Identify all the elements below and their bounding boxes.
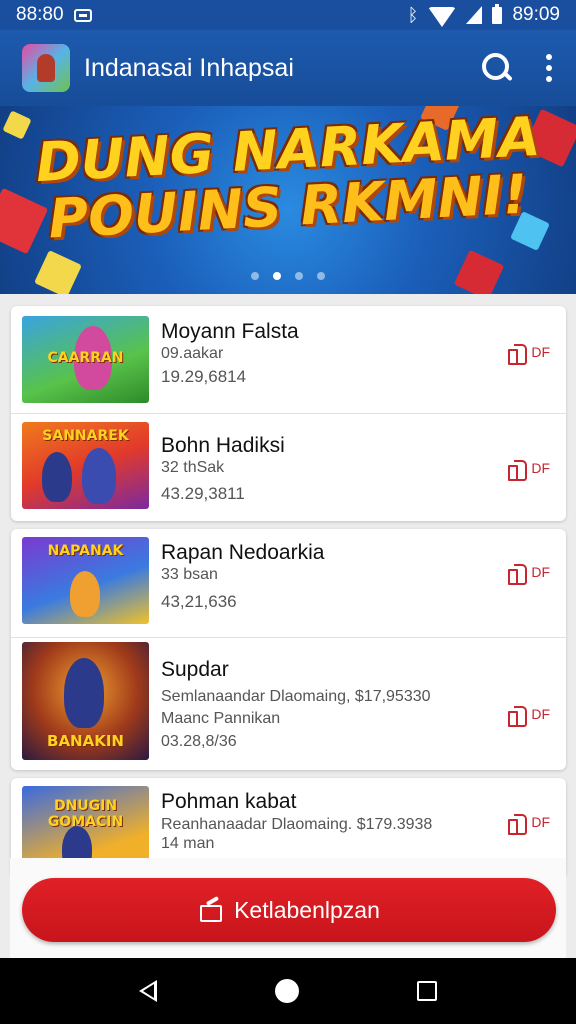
- game-meta: Semlanaandar Dlaomaing, $17,95330: [161, 688, 431, 705]
- message-icon: [73, 8, 92, 22]
- app-bar: Indanasai Inhapsai: [0, 30, 576, 106]
- game-thumbnail: NAPANAK: [22, 537, 149, 624]
- status-bar: 88:80 ᛒ 89:09: [0, 0, 576, 30]
- game-card-2: NAPANAK Rapan Nedoarkia 33 bsan 43,21,63…: [11, 529, 566, 770]
- app-title: Indanasai Inhapsai: [84, 53, 294, 82]
- home-icon[interactable]: [275, 979, 299, 1003]
- wifi-icon: [428, 7, 457, 27]
- system-nav-bar: [0, 958, 576, 1024]
- character-figure: [42, 452, 72, 502]
- game-meta: 32 thSak: [161, 459, 225, 476]
- battery-icon: [492, 3, 503, 24]
- game-meta: 33 bsan: [161, 566, 218, 583]
- game-thumbnail: SANNAREK: [22, 422, 149, 509]
- game-meta: Maanc Pannikan: [161, 710, 281, 727]
- game-thumbnail: BANAKIN: [22, 642, 149, 760]
- pagination-dot[interactable]: [273, 272, 281, 280]
- like-icon: [507, 342, 528, 365]
- game-title: Rapan Nedoarkia: [161, 541, 325, 564]
- like-icon: [507, 458, 528, 481]
- like-label: DF: [531, 564, 550, 580]
- like-button[interactable]: DF: [507, 458, 550, 481]
- character-figure: [64, 658, 104, 728]
- game-count: 43,21,636: [161, 592, 237, 611]
- list-item[interactable]: SANNAREK Bohn Hadiksi 32 thSak 43.29,381…: [11, 413, 566, 519]
- like-icon: [507, 562, 528, 585]
- like-button[interactable]: DF: [507, 704, 550, 727]
- cell-icon: [466, 6, 483, 24]
- like-button[interactable]: DF: [507, 562, 550, 585]
- like-icon: [507, 704, 528, 727]
- like-button[interactable]: DF: [507, 342, 550, 365]
- game-meta: 14 man: [161, 835, 215, 852]
- like-label: DF: [531, 814, 550, 830]
- game-meta: 09.aakar: [161, 345, 224, 362]
- edit-icon: [198, 899, 223, 922]
- game-card-1: CAARRAN Moyann Falsta 09.aakar 19.29,681…: [11, 306, 566, 521]
- game-count: 03.28,8/36: [161, 733, 237, 750]
- list-item[interactable]: BANAKIN Supdar Semlanaandar Dlaomaing, $…: [11, 637, 566, 770]
- game-title: Moyann Falsta: [161, 320, 299, 343]
- thumbnail-text: DNUGIN GOMACIN: [47, 798, 124, 830]
- game-count: 19.29,6814: [161, 367, 247, 386]
- like-label: DF: [531, 706, 550, 722]
- app-logo: [22, 44, 70, 92]
- banner-headline: DUNG NARKAMA POUINS RKMNI!: [0, 106, 576, 250]
- primary-action-label: Ketlabenlpzan: [234, 896, 380, 923]
- game-count: 43.29,3811: [161, 484, 245, 503]
- banner-pagination[interactable]: [0, 272, 576, 280]
- thumbnail-text: CAARRAN: [47, 350, 124, 366]
- status-time-right: 89:09: [512, 4, 560, 25]
- like-label: DF: [531, 460, 550, 476]
- pagination-dot[interactable]: [295, 272, 303, 280]
- more-icon[interactable]: [544, 54, 554, 82]
- like-icon: [507, 812, 528, 835]
- thumbnail-text: NAPANAK: [47, 543, 124, 559]
- search-icon[interactable]: [480, 51, 514, 85]
- list-item[interactable]: NAPANAK Rapan Nedoarkia 33 bsan 43,21,63…: [11, 529, 566, 637]
- character-figure: [70, 571, 100, 617]
- back-icon[interactable]: [139, 980, 157, 1002]
- promo-banner[interactable]: DUNG NARKAMA POUINS RKMNI!: [0, 106, 576, 294]
- pagination-dot[interactable]: [317, 272, 325, 280]
- thumbnail-text: SANNAREK: [42, 428, 129, 444]
- game-meta: Reanhanaadar Dlaomaing. $179.3938: [161, 816, 433, 833]
- like-label: DF: [531, 344, 550, 360]
- bluetooth-icon: ᛒ: [407, 4, 419, 25]
- list-item[interactable]: CAARRAN Moyann Falsta 09.aakar 19.29,681…: [11, 308, 566, 414]
- thumbnail-text: BANAKIN: [47, 732, 124, 750]
- like-button[interactable]: DF: [507, 812, 550, 835]
- character-figure: [82, 448, 116, 504]
- status-time-left: 88:80: [16, 4, 64, 25]
- primary-action-button[interactable]: Ketlabenlpzan: [22, 878, 556, 942]
- game-title: Pohman kabat: [161, 790, 297, 813]
- pagination-dot[interactable]: [251, 272, 259, 280]
- game-title: Supdar: [161, 658, 229, 681]
- recent-apps-icon[interactable]: [417, 981, 437, 1001]
- game-title: Bohn Hadiksi: [161, 434, 285, 457]
- game-thumbnail: CAARRAN: [22, 316, 149, 403]
